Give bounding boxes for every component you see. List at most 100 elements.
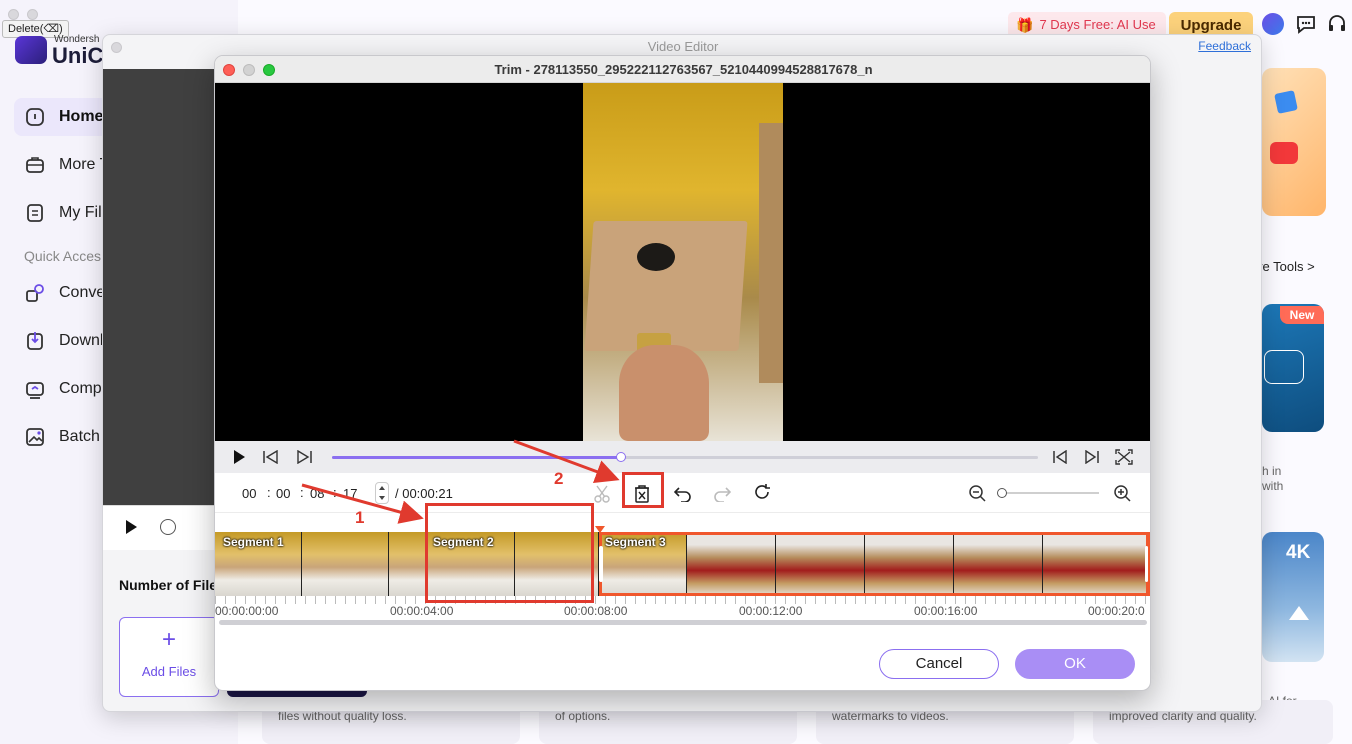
video-frame <box>583 83 783 441</box>
timecode-hours[interactable]: 00 <box>242 486 256 501</box>
download-icon <box>27 332 43 350</box>
stepper-up-icon[interactable] <box>379 486 385 490</box>
step-2-label: 2 <box>554 469 564 488</box>
progress-track[interactable] <box>332 452 1038 462</box>
callout-box-segment-2 <box>425 503 594 603</box>
window-minimize-button[interactable] <box>27 9 38 20</box>
timecode-separator: : <box>267 485 271 500</box>
ai-vocal-card[interactable]: New <box>1262 304 1324 432</box>
timecode-frames[interactable]: 17 <box>343 486 357 501</box>
new-badge: New <box>1280 306 1324 324</box>
ok-button[interactable]: OK <box>1015 649 1135 679</box>
youtube-icon <box>1270 142 1298 164</box>
chat-icon[interactable] <box>1295 14 1317 34</box>
reset-icon[interactable] <box>753 483 771 501</box>
quick-access-heading: Quick Acces <box>24 248 102 264</box>
add-files-label: Add Files <box>141 664 197 679</box>
filmstrip-frame <box>302 532 389 596</box>
hand <box>619 345 709 441</box>
playback-controls <box>215 441 1150 473</box>
ruler-label: 00:00:20:0 <box>1088 604 1145 618</box>
skip-to-start-icon[interactable] <box>1052 450 1068 464</box>
timecode-stepper[interactable] <box>375 482 389 504</box>
convert-icon <box>26 284 44 302</box>
ruler-label: 00:00:00:00 <box>215 604 279 618</box>
timecode-separator: : <box>333 485 337 500</box>
segment-1-label: Segment 1 <box>223 535 284 549</box>
add-files-button[interactable]: + Add Files <box>119 617 219 697</box>
undo-icon[interactable] <box>674 484 692 502</box>
redo-icon[interactable] <box>713 484 731 502</box>
promo-card-convert[interactable] <box>1262 68 1326 216</box>
timecode-separator: : <box>300 485 304 500</box>
zoom-handle[interactable] <box>997 488 1007 498</box>
feedback-link[interactable]: Feedback <box>1198 39 1251 53</box>
play-icon[interactable] <box>123 519 139 535</box>
plus-icon: + <box>161 626 176 653</box>
sidebar-item-label: Comp <box>59 380 102 397</box>
video-preview <box>215 83 1150 441</box>
zoom-slider[interactable] <box>997 488 1099 498</box>
batch-image-icon <box>26 428 44 446</box>
headset-icon[interactable] <box>1326 14 1348 34</box>
timecode-minutes[interactable]: 00 <box>276 486 290 501</box>
segment-3-selection[interactable] <box>599 532 1150 596</box>
playhead-marker[interactable] <box>595 526 605 533</box>
trim-dialog: Trim - 278113550_295222112763567_5210440… <box>214 55 1151 691</box>
home-icon <box>26 108 44 126</box>
segment-handle-left[interactable] <box>599 546 603 582</box>
total-duration: / 00:00:21 <box>395 486 453 501</box>
wooden-box <box>584 221 748 351</box>
sidebar-item-label: My Fil <box>59 204 102 221</box>
stepper-down-icon[interactable] <box>379 496 385 500</box>
timeline-scrollbar[interactable] <box>219 620 1147 625</box>
compress-icon <box>26 382 44 399</box>
ruler-ticks <box>215 596 1150 604</box>
next-frame-icon[interactable] <box>295 450 313 464</box>
zoom-in-icon[interactable] <box>1113 484 1131 502</box>
avatar[interactable] <box>1262 13 1284 35</box>
previous-frame-icon[interactable] <box>262 450 280 464</box>
segment-3-label: Segment 3 <box>605 535 666 549</box>
toolbox-icon <box>26 157 44 173</box>
editor-preview-area <box>103 69 215 537</box>
box-logo <box>637 243 675 271</box>
cancel-button[interactable]: Cancel <box>879 649 999 679</box>
skip-to-end-icon[interactable] <box>1084 450 1100 464</box>
zoom-out-icon[interactable] <box>968 484 986 502</box>
sidebar-item-label: Home <box>59 108 104 125</box>
fullscreen-icon[interactable] <box>1115 449 1133 465</box>
ruler-label: 00:00:08:00 <box>564 604 628 618</box>
editor-seek-handle[interactable] <box>160 519 176 535</box>
timeline-ruler: 00:00:00:00 00:00:04:00 00:00:08:00 00:0… <box>215 596 1150 622</box>
play-icon[interactable] <box>231 449 247 465</box>
badge-4k: 4K <box>1286 542 1311 563</box>
file-icon <box>27 204 43 222</box>
enhance-4k-card[interactable]: 4K <box>1262 532 1324 662</box>
scissors-icon[interactable] <box>593 485 611 503</box>
number-of-files-label: Number of File <box>119 577 218 593</box>
waveform-icon <box>1264 350 1304 384</box>
sidebar-item-label: Batch <box>59 428 100 445</box>
segment-handle-right[interactable] <box>1145 546 1148 582</box>
editor-play-bar <box>103 505 215 550</box>
card-text-2: with <box>1262 479 1284 493</box>
sidebar-item-label: Conve <box>59 284 106 301</box>
app-logo <box>15 36 47 64</box>
box-lid <box>759 123 783 383</box>
window-close-button[interactable] <box>8 9 19 20</box>
ruler-label: 00:00:16:00 <box>914 604 978 618</box>
card-text-1: h in <box>1262 464 1282 478</box>
ruler-label: 00:00:12:00 <box>739 604 803 618</box>
image-icon <box>1274 90 1298 114</box>
progress-handle[interactable] <box>616 452 627 462</box>
trim-title: Trim - 278113550_295222112763567_5210440… <box>494 62 873 77</box>
callout-box-delete <box>622 472 664 508</box>
step-1-label: 1 <box>355 508 365 527</box>
trim-toolbar: 00 : 00 : 08 : 17 / 00:00:21 <box>215 473 1150 513</box>
timecode-seconds[interactable]: 08 <box>310 486 324 501</box>
sidebar-item-label: Downl <box>59 332 104 349</box>
arrow-up-icon <box>1289 606 1309 620</box>
timeline-filmstrip[interactable]: Segment 1 Segment 2 Segment 3 <box>215 526 1150 596</box>
ruler-label: 00:00:04:00 <box>390 604 454 618</box>
